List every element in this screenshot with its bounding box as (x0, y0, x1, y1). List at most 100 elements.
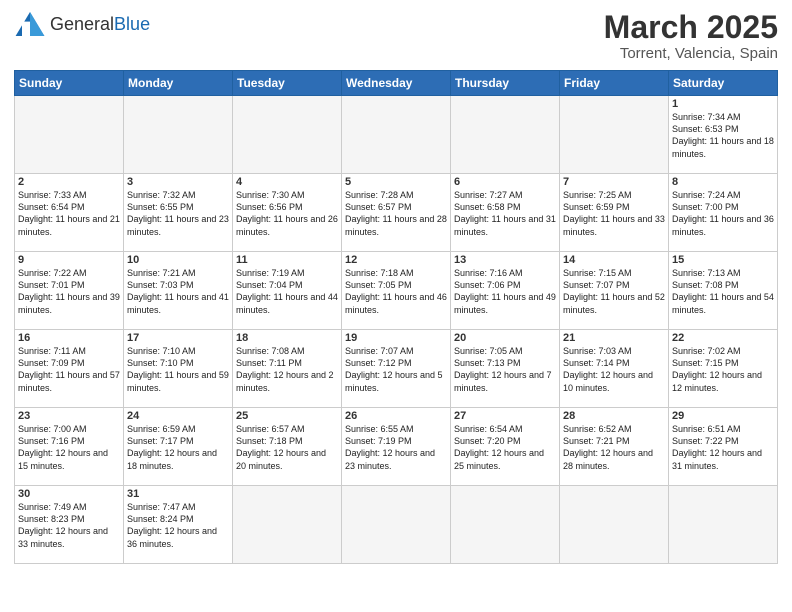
day-info: Sunrise: 6:57 AM Sunset: 7:18 PM Dayligh… (236, 423, 338, 472)
day-info: Sunrise: 6:55 AM Sunset: 7:19 PM Dayligh… (345, 423, 447, 472)
calendar-header-row: Sunday Monday Tuesday Wednesday Thursday… (15, 71, 778, 96)
day-number: 12 (345, 254, 447, 266)
day-info: Sunrise: 7:24 AM Sunset: 7:00 PM Dayligh… (672, 189, 774, 238)
calendar-day: 26Sunrise: 6:55 AM Sunset: 7:19 PM Dayli… (342, 408, 451, 486)
day-info: Sunrise: 7:02 AM Sunset: 7:15 PM Dayligh… (672, 345, 774, 394)
day-number: 24 (127, 410, 229, 422)
calendar-subtitle: Torrent, Valencia, Spain (604, 45, 778, 62)
day-number: 7 (563, 176, 665, 188)
calendar-day: 6Sunrise: 7:27 AM Sunset: 6:58 PM Daylig… (451, 174, 560, 252)
logo-icon (14, 10, 46, 38)
day-number: 11 (236, 254, 338, 266)
day-number: 13 (454, 254, 556, 266)
day-info: Sunrise: 7:34 AM Sunset: 6:53 PM Dayligh… (672, 111, 774, 160)
calendar-day: 2Sunrise: 7:33 AM Sunset: 6:54 PM Daylig… (15, 174, 124, 252)
day-number: 29 (672, 410, 774, 422)
calendar-day: 14Sunrise: 7:15 AM Sunset: 7:07 PM Dayli… (560, 252, 669, 330)
day-info: Sunrise: 7:11 AM Sunset: 7:09 PM Dayligh… (18, 345, 120, 394)
page: GeneralBlue March 2025 Torrent, Valencia… (0, 0, 792, 612)
calendar-day: 29Sunrise: 6:51 AM Sunset: 7:22 PM Dayli… (669, 408, 778, 486)
calendar-day: 1Sunrise: 7:34 AM Sunset: 6:53 PM Daylig… (669, 96, 778, 174)
day-number: 9 (18, 254, 120, 266)
header-thursday: Thursday (451, 71, 560, 96)
day-info: Sunrise: 7:33 AM Sunset: 6:54 PM Dayligh… (18, 189, 120, 238)
calendar-week-row: 16Sunrise: 7:11 AM Sunset: 7:09 PM Dayli… (15, 330, 778, 408)
day-info: Sunrise: 7:03 AM Sunset: 7:14 PM Dayligh… (563, 345, 665, 394)
day-number: 28 (563, 410, 665, 422)
calendar-day (15, 96, 124, 174)
calendar-day: 3Sunrise: 7:32 AM Sunset: 6:55 PM Daylig… (124, 174, 233, 252)
calendar-week-row: 2Sunrise: 7:33 AM Sunset: 6:54 PM Daylig… (15, 174, 778, 252)
calendar-week-row: 9Sunrise: 7:22 AM Sunset: 7:01 PM Daylig… (15, 252, 778, 330)
day-info: Sunrise: 7:05 AM Sunset: 7:13 PM Dayligh… (454, 345, 556, 394)
day-info: Sunrise: 6:52 AM Sunset: 7:21 PM Dayligh… (563, 423, 665, 472)
calendar-day: 25Sunrise: 6:57 AM Sunset: 7:18 PM Dayli… (233, 408, 342, 486)
calendar-day (560, 96, 669, 174)
day-info: Sunrise: 7:27 AM Sunset: 6:58 PM Dayligh… (454, 189, 556, 238)
calendar-day: 7Sunrise: 7:25 AM Sunset: 6:59 PM Daylig… (560, 174, 669, 252)
calendar-day: 19Sunrise: 7:07 AM Sunset: 7:12 PM Dayli… (342, 330, 451, 408)
day-number: 6 (454, 176, 556, 188)
calendar-day (124, 96, 233, 174)
calendar-day: 13Sunrise: 7:16 AM Sunset: 7:06 PM Dayli… (451, 252, 560, 330)
day-number: 8 (672, 176, 774, 188)
day-number: 18 (236, 332, 338, 344)
day-number: 3 (127, 176, 229, 188)
calendar-day: 15Sunrise: 7:13 AM Sunset: 7:08 PM Dayli… (669, 252, 778, 330)
day-info: Sunrise: 7:10 AM Sunset: 7:10 PM Dayligh… (127, 345, 229, 394)
calendar-day (342, 486, 451, 564)
day-info: Sunrise: 7:47 AM Sunset: 8:24 PM Dayligh… (127, 501, 229, 550)
calendar-day (233, 486, 342, 564)
day-number: 26 (345, 410, 447, 422)
calendar-day: 30Sunrise: 7:49 AM Sunset: 8:23 PM Dayli… (15, 486, 124, 564)
calendar-day (451, 96, 560, 174)
calendar-day: 28Sunrise: 6:52 AM Sunset: 7:21 PM Dayli… (560, 408, 669, 486)
calendar-day (233, 96, 342, 174)
calendar-day: 24Sunrise: 6:59 AM Sunset: 7:17 PM Dayli… (124, 408, 233, 486)
day-number: 20 (454, 332, 556, 344)
day-info: Sunrise: 7:32 AM Sunset: 6:55 PM Dayligh… (127, 189, 229, 238)
day-info: Sunrise: 7:16 AM Sunset: 7:06 PM Dayligh… (454, 267, 556, 316)
title-block: March 2025 Torrent, Valencia, Spain (604, 10, 778, 62)
day-number: 16 (18, 332, 120, 344)
calendar-day: 10Sunrise: 7:21 AM Sunset: 7:03 PM Dayli… (124, 252, 233, 330)
header-monday: Monday (124, 71, 233, 96)
day-info: Sunrise: 6:59 AM Sunset: 7:17 PM Dayligh… (127, 423, 229, 472)
day-info: Sunrise: 7:19 AM Sunset: 7:04 PM Dayligh… (236, 267, 338, 316)
day-number: 14 (563, 254, 665, 266)
day-number: 25 (236, 410, 338, 422)
header-saturday: Saturday (669, 71, 778, 96)
day-number: 27 (454, 410, 556, 422)
day-info: Sunrise: 7:49 AM Sunset: 8:23 PM Dayligh… (18, 501, 120, 550)
day-number: 19 (345, 332, 447, 344)
calendar-title: March 2025 (604, 10, 778, 45)
header-sunday: Sunday (15, 71, 124, 96)
calendar-day: 27Sunrise: 6:54 AM Sunset: 7:20 PM Dayli… (451, 408, 560, 486)
calendar-day: 31Sunrise: 7:47 AM Sunset: 8:24 PM Dayli… (124, 486, 233, 564)
day-info: Sunrise: 7:22 AM Sunset: 7:01 PM Dayligh… (18, 267, 120, 316)
day-info: Sunrise: 6:54 AM Sunset: 7:20 PM Dayligh… (454, 423, 556, 472)
day-info: Sunrise: 7:08 AM Sunset: 7:11 PM Dayligh… (236, 345, 338, 394)
day-number: 2 (18, 176, 120, 188)
day-number: 23 (18, 410, 120, 422)
calendar-week-row: 1Sunrise: 7:34 AM Sunset: 6:53 PM Daylig… (15, 96, 778, 174)
logo-text: GeneralBlue (50, 14, 150, 35)
day-number: 31 (127, 488, 229, 500)
day-info: Sunrise: 7:13 AM Sunset: 7:08 PM Dayligh… (672, 267, 774, 316)
calendar-day: 4Sunrise: 7:30 AM Sunset: 6:56 PM Daylig… (233, 174, 342, 252)
day-info: Sunrise: 7:18 AM Sunset: 7:05 PM Dayligh… (345, 267, 447, 316)
calendar-day: 12Sunrise: 7:18 AM Sunset: 7:05 PM Dayli… (342, 252, 451, 330)
calendar-day: 16Sunrise: 7:11 AM Sunset: 7:09 PM Dayli… (15, 330, 124, 408)
day-info: Sunrise: 6:51 AM Sunset: 7:22 PM Dayligh… (672, 423, 774, 472)
calendar-day (342, 96, 451, 174)
calendar-week-row: 30Sunrise: 7:49 AM Sunset: 8:23 PM Dayli… (15, 486, 778, 564)
day-number: 17 (127, 332, 229, 344)
calendar-day: 23Sunrise: 7:00 AM Sunset: 7:16 PM Dayli… (15, 408, 124, 486)
calendar-day: 17Sunrise: 7:10 AM Sunset: 7:10 PM Dayli… (124, 330, 233, 408)
calendar-day (451, 486, 560, 564)
header-wednesday: Wednesday (342, 71, 451, 96)
day-info: Sunrise: 7:25 AM Sunset: 6:59 PM Dayligh… (563, 189, 665, 238)
calendar-table: Sunday Monday Tuesday Wednesday Thursday… (14, 70, 778, 564)
calendar-day (669, 486, 778, 564)
day-number: 15 (672, 254, 774, 266)
